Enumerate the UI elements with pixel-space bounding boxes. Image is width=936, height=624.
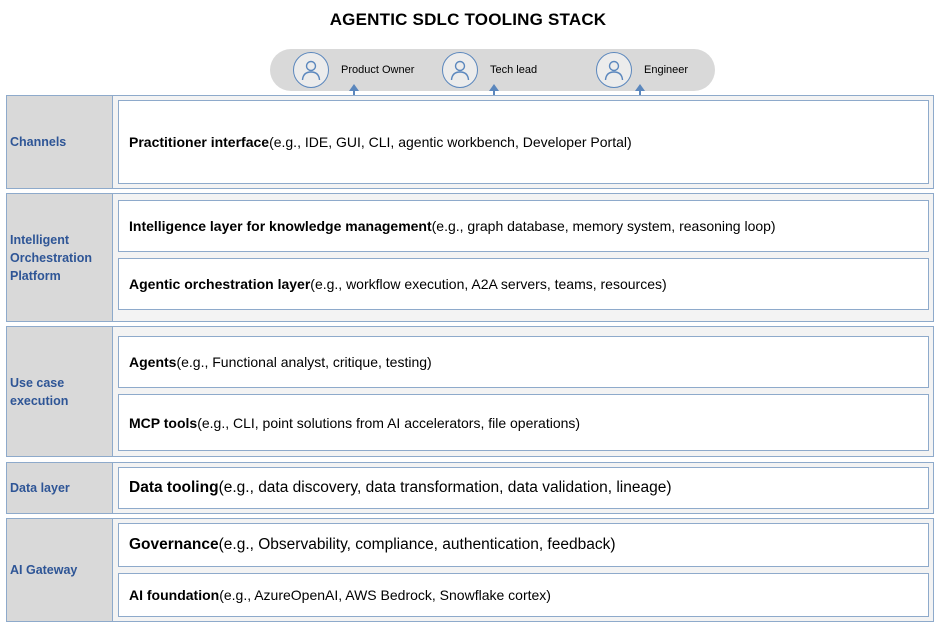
layer-name: MCP tools: [129, 414, 198, 431]
layer-examples: (e.g., graph database, memory system, re…: [431, 218, 776, 234]
layer-examples: (e.g., data discovery, data transformati…: [218, 479, 672, 496]
person-icon: [293, 52, 329, 88]
persona-engineer: Engineer: [596, 52, 689, 88]
layer-name: Data tooling: [129, 479, 219, 496]
layer-examples: (e.g., Observability, compliance, authen…: [218, 536, 616, 553]
section-label: Data layer: [7, 463, 113, 513]
section-ai-gateway: AI Gateway Governance (e.g., Observabili…: [6, 518, 934, 622]
section-label: Intelligent Orchestration Platform: [7, 194, 113, 321]
layer-name: Intelligence layer for knowledge managem…: [129, 218, 432, 234]
layer-examples: (e.g., AzureOpenAI, AWS Bedrock, Snowfla…: [219, 587, 551, 603]
layer-name: Governance: [129, 536, 219, 553]
layer-governance: Governance (e.g., Observability, complia…: [118, 523, 929, 567]
section-intelligent-orchestration: Intelligent Orchestration Platform Intel…: [6, 193, 934, 322]
layer-mcp-tools: MCP tools (e.g., CLI, point solutions fr…: [118, 394, 929, 451]
section-data-layer: Data layer Data tooling (e.g., data disc…: [6, 462, 934, 514]
layer-name: Practitioner interface: [129, 134, 270, 150]
person-icon: [442, 52, 478, 88]
layer-examples: (e.g., workflow execution, A2A servers, …: [310, 276, 667, 292]
persona-tech-lead: Tech lead: [442, 52, 538, 88]
layer-examples: (e.g., CLI, point solutions from AI acce…: [197, 414, 581, 431]
persona-label: Engineer: [644, 64, 689, 76]
diagram-title: AGENTIC SDLC TOOLING STACK: [329, 10, 607, 29]
section-use-case-execution: Use case execution Agents (e.g., Functio…: [6, 326, 934, 457]
layer-data-tooling: Data tooling (e.g., data discovery, data…: [118, 467, 929, 509]
layer-ai-foundation: AI foundation (e.g., AzureOpenAI, AWS Be…: [118, 573, 929, 617]
persona-product-owner: Product Owner: [293, 52, 415, 88]
section-label: Channels: [7, 96, 113, 188]
section-channels: Channels Practitioner interface (e.g., I…: [6, 95, 934, 189]
layer-name: AI foundation: [129, 587, 220, 603]
layer-name: Agentic orchestration layer: [129, 276, 311, 292]
layer-intelligence: Intelligence layer for knowledge managem…: [118, 200, 929, 252]
layer-name: Agents: [129, 354, 177, 370]
section-label: AI Gateway: [7, 519, 113, 621]
person-icon: [596, 52, 632, 88]
persona-label: Tech lead: [490, 64, 538, 76]
layer-agentic-orchestration: Agentic orchestration layer (e.g., workf…: [118, 258, 929, 310]
layer-examples: (e.g., Functional analyst, critique, tes…: [176, 354, 432, 370]
persona-label: Product Owner: [341, 64, 415, 76]
layer-agents: Agents (e.g., Functional analyst, critiq…: [118, 336, 929, 388]
layer-practitioner-interface: Practitioner interface (e.g., IDE, GUI, …: [118, 100, 929, 184]
section-label: Use case execution: [7, 327, 113, 456]
layer-examples: (e.g., IDE, GUI, CLI, agentic workbench,…: [269, 134, 632, 150]
